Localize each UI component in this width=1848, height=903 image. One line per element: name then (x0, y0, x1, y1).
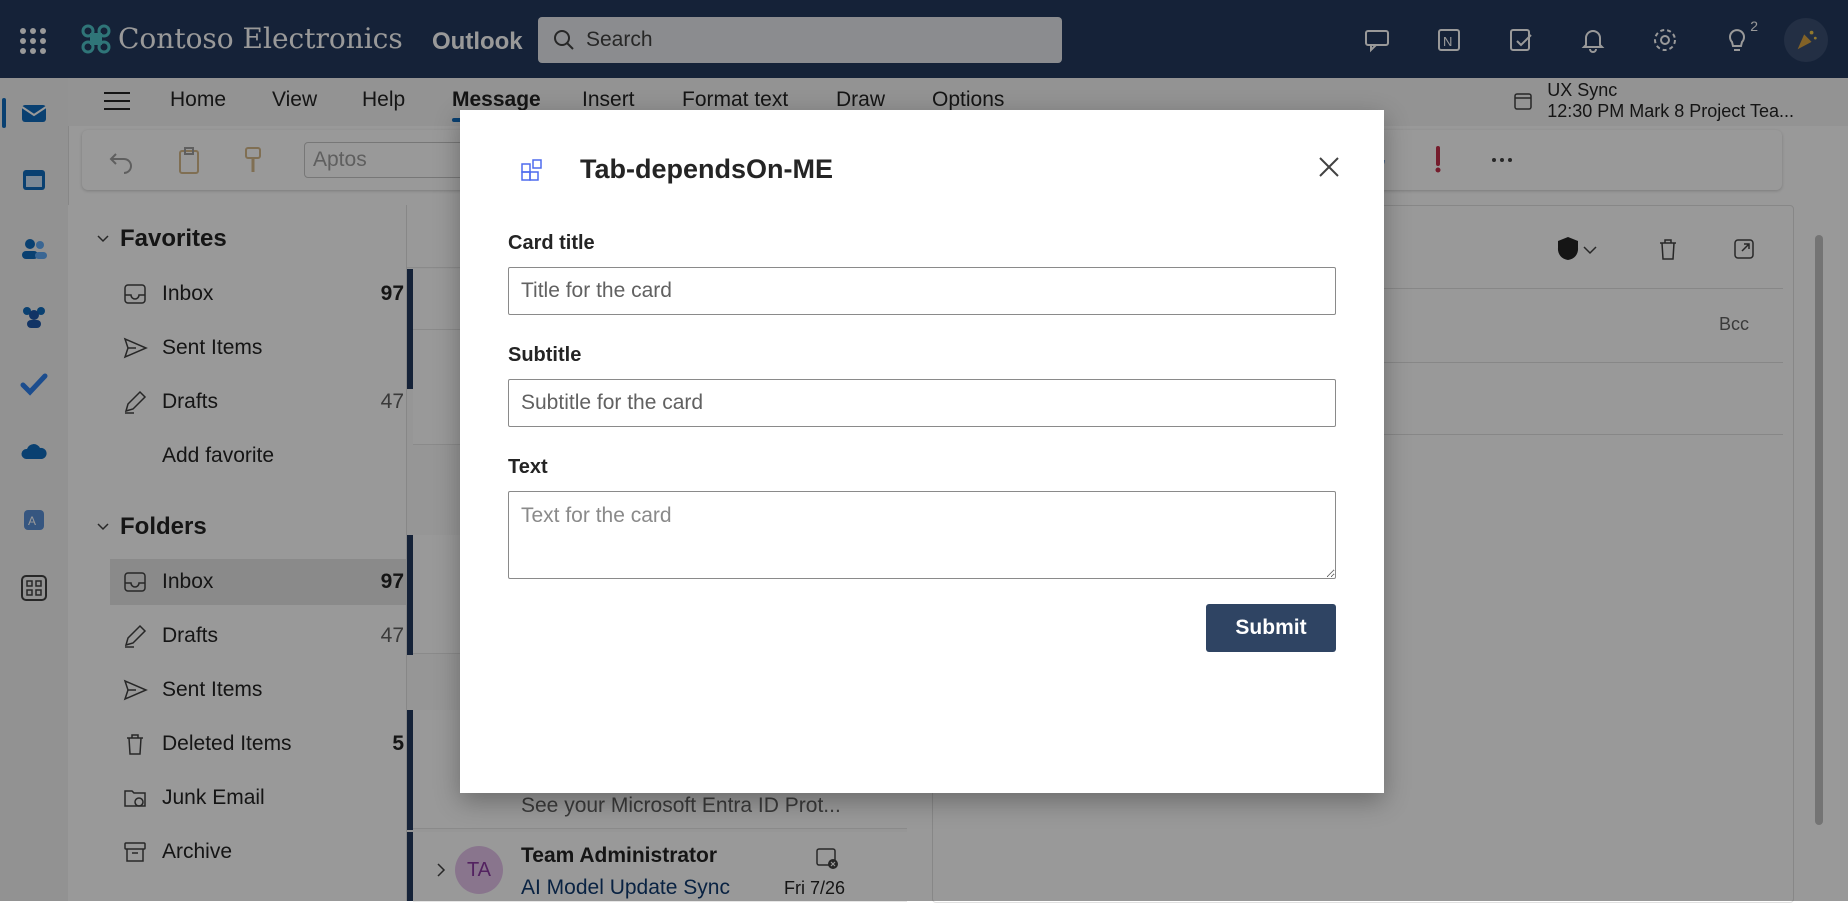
text-input[interactable] (508, 491, 1336, 579)
text-label: Text (508, 456, 548, 478)
submit-button[interactable]: Submit (1206, 604, 1336, 652)
card-title-label: Card title (508, 232, 595, 254)
card-title-input[interactable] (508, 267, 1336, 315)
subtitle-input[interactable] (508, 379, 1336, 427)
app-tile-icon (521, 159, 542, 181)
dialog-title: Tab-dependsOn-ME (580, 154, 833, 184)
close-icon[interactable] (1314, 152, 1344, 182)
subtitle-label: Subtitle (508, 344, 582, 366)
dialog: Tab-dependsOn-ME Card title Subtitle Tex… (460, 110, 1384, 793)
